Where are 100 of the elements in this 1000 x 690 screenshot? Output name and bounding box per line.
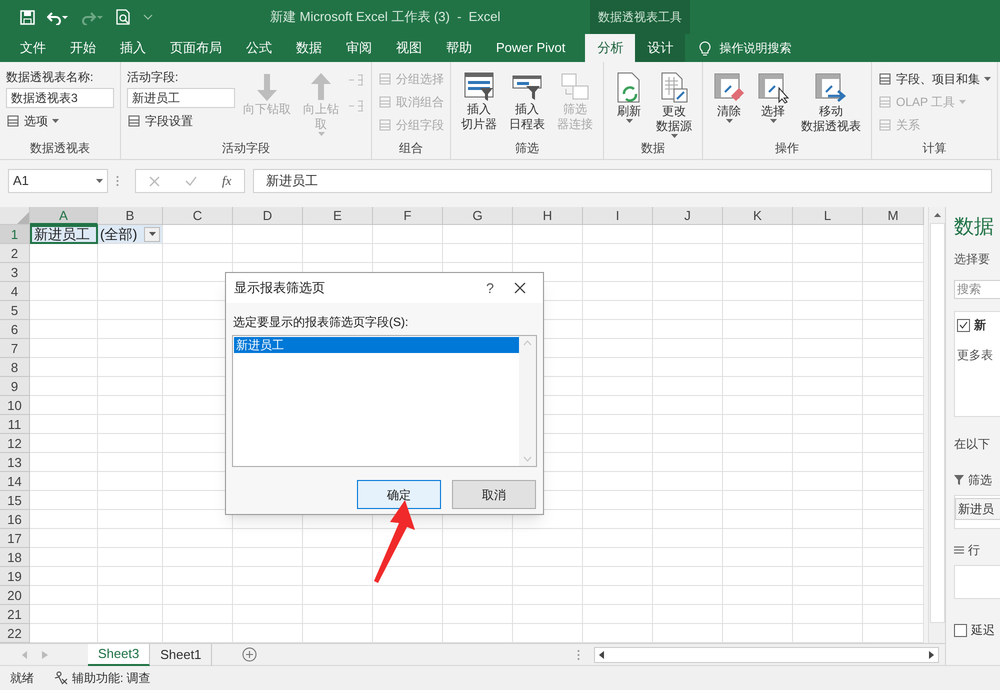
table-cell	[513, 586, 583, 605]
dialog-button[interactable]: 取消	[452, 480, 536, 509]
row-header[interactable]: 21	[0, 605, 30, 624]
sheet-tab[interactable]: Sheet3	[88, 644, 150, 666]
scroll-up-icon	[523, 340, 532, 346]
text-field[interactable]: 新进员工	[127, 88, 235, 108]
column-header[interactable]: K	[723, 207, 793, 225]
ribbon-large-button[interactable]: 插入 切片器	[457, 68, 501, 132]
add-sheet-icon[interactable]	[242, 647, 258, 662]
row-header[interactable]: 19	[0, 567, 30, 586]
column-header[interactable]: B	[98, 207, 163, 225]
ribbon-tab[interactable]: 审阅	[334, 34, 384, 62]
row-header[interactable]: 11	[0, 415, 30, 434]
row-header[interactable]: 10	[0, 396, 30, 415]
more-tables-link[interactable]: 更多表	[957, 346, 1000, 364]
ribbon-small-button[interactable]: 字段、项目和集	[878, 68, 991, 89]
ribbon-large-button[interactable]: 刷新	[610, 68, 648, 123]
row-header[interactable]: 2	[0, 244, 30, 263]
table-cell	[723, 301, 793, 320]
row-header[interactable]: 16	[0, 510, 30, 529]
field-chip[interactable]: 新进员	[955, 498, 1000, 520]
ribbon-small-button[interactable]: 选项	[6, 110, 114, 131]
column-header[interactable]: G	[443, 207, 513, 225]
row-header[interactable]: 13	[0, 453, 30, 472]
ribbon-tab[interactable]: 数据	[284, 34, 334, 62]
scroll-left-icon[interactable]	[599, 650, 604, 658]
checkbox[interactable]	[957, 318, 970, 332]
table-cell	[653, 567, 723, 586]
vertical-scrollbar[interactable]	[928, 207, 945, 643]
column-header[interactable]: M	[863, 207, 924, 225]
table-cell[interactable]: (全部)	[98, 225, 163, 244]
ribbon-tab[interactable]: 分析	[585, 34, 636, 62]
row-header[interactable]: 12	[0, 434, 30, 453]
name-box[interactable]: A1	[8, 169, 108, 193]
column-header[interactable]: I	[583, 207, 653, 225]
column-header[interactable]: A	[30, 207, 98, 225]
print-preview-icon[interactable]	[115, 9, 131, 25]
column-header[interactable]: L	[793, 207, 863, 225]
column-header[interactable]: D	[233, 207, 303, 225]
field-list[interactable]: 新进员工	[232, 335, 537, 467]
ribbon-large-button[interactable]: 更改 数据源	[652, 68, 696, 138]
help-button[interactable]: ?	[475, 278, 505, 298]
row-header[interactable]: 18	[0, 548, 30, 567]
table-cell[interactable]: 新进员工	[30, 225, 98, 244]
row-header[interactable]: 6	[0, 320, 30, 339]
scroll-right-icon[interactable]	[929, 650, 934, 658]
row-header[interactable]: 14	[0, 472, 30, 491]
ribbon-tab[interactable]: 文件	[8, 34, 58, 62]
column-header[interactable]: J	[653, 207, 723, 225]
button-label: 器连接	[557, 117, 593, 132]
column-header[interactable]: C	[163, 207, 233, 225]
list-item[interactable]: 新进员工	[234, 337, 519, 353]
ribbon-small-button[interactable]: 字段设置	[127, 110, 235, 131]
row-header[interactable]: 1	[0, 225, 30, 244]
table-cell	[443, 586, 513, 605]
column-header[interactable]: F	[373, 207, 443, 225]
row-header[interactable]: 4	[0, 282, 30, 301]
row-header[interactable]: 15	[0, 491, 30, 510]
ribbon-large-button[interactable]: 移动 数据透视表	[797, 68, 865, 134]
column-header[interactable]: H	[513, 207, 583, 225]
checkbox[interactable]	[954, 624, 967, 636]
horizontal-scrollbar[interactable]	[594, 646, 940, 662]
ribbon-tab[interactable]: 开始	[58, 34, 108, 62]
column-header[interactable]: E	[303, 207, 373, 225]
table-cell	[793, 320, 863, 339]
dialog-button[interactable]: 确定	[357, 480, 441, 509]
accessibility-status[interactable]: 辅助功能: 调查	[72, 669, 151, 687]
table-cell	[583, 453, 653, 472]
row-header[interactable]: 7	[0, 339, 30, 358]
insert-function-button[interactable]: fx	[222, 171, 232, 191]
search-field[interactable]: 搜索	[954, 280, 1000, 299]
ribbon-tab[interactable]: 视图	[384, 34, 434, 62]
row-header[interactable]: 20	[0, 586, 30, 605]
table-cell	[30, 548, 98, 567]
save-icon[interactable]	[20, 10, 35, 24]
customize-caret-icon[interactable]	[143, 14, 153, 20]
ribbon-large-button[interactable]: 选择	[753, 68, 793, 123]
group-icon	[6, 114, 20, 128]
ribbon-large-button[interactable]: 清除	[709, 68, 749, 123]
row-header[interactable]: 22	[0, 624, 30, 643]
table-cell	[723, 263, 793, 282]
undo-icon[interactable]	[47, 10, 69, 24]
ribbon-tab[interactable]: 公式	[234, 34, 284, 62]
text-field[interactable]: 数据透视表3	[6, 88, 114, 108]
tell-me-search[interactable]: 操作说明搜索	[699, 34, 792, 62]
row-header[interactable]: 3	[0, 263, 30, 282]
row-header[interactable]: 9	[0, 377, 30, 396]
ribbon-large-button[interactable]: 插入 日程表	[505, 68, 549, 132]
formula-input[interactable]: 新进员工	[253, 169, 992, 193]
ribbon-tab[interactable]: 插入	[108, 34, 158, 62]
check-icon[interactable]	[184, 176, 197, 186]
ribbon-tab[interactable]: Power Pivot	[484, 34, 578, 62]
ribbon-tab[interactable]: 页面布局	[158, 34, 234, 62]
filter-dropdown[interactable]	[144, 226, 160, 242]
table-cell	[793, 396, 863, 415]
ribbon-tab[interactable]: 设计	[635, 34, 686, 62]
row-header[interactable]: 5	[0, 301, 30, 320]
row-header[interactable]: 8	[0, 358, 30, 377]
ribbon-tab[interactable]: 帮助	[434, 34, 484, 62]
row-header[interactable]: 17	[0, 529, 30, 548]
